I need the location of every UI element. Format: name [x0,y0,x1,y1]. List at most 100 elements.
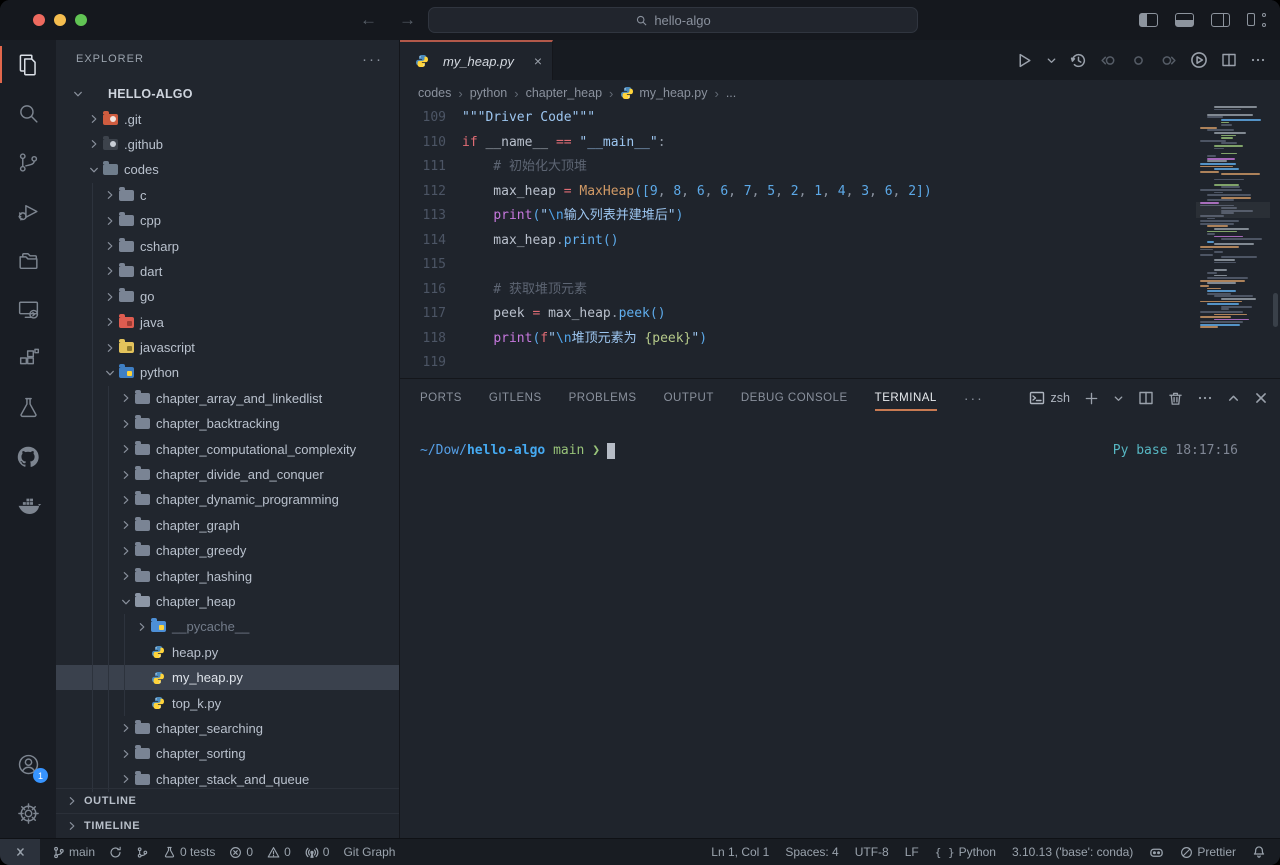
status-main[interactable]: main [52,845,95,859]
minimize-window-button[interactable] [54,14,66,26]
status-0[interactable]: 0 [305,845,330,859]
maximize-window-button[interactable] [75,14,87,26]
tree-item--github[interactable]: .github [56,132,400,157]
tree-item--pycache-[interactable]: __pycache__ [56,614,400,639]
editor-action-run-icon[interactable] [1016,52,1033,69]
breadcrumb-item--[interactable]: ... [726,86,736,100]
status-spaces-4[interactable]: Spaces: 4 [785,845,838,859]
section-timeline[interactable]: TIMELINE [56,813,400,838]
editor-action-history-icon[interactable] [1070,52,1087,69]
code-editor[interactable]: 109"""Driver Code"""110if __name__ == "_… [400,106,1280,378]
breadcrumb-item-my-heap-py[interactable]: my_heap.py [620,86,707,100]
panel-trash-icon[interactable] [1168,391,1183,406]
activity-extensions-icon[interactable] [0,334,56,383]
activity-github-icon[interactable] [0,432,56,481]
activity-source-control-icon[interactable] [0,138,56,187]
breadcrumb-item-python[interactable]: python [470,86,508,100]
status-0[interactable]: 0 [267,845,291,859]
tree-item-chapter-computational-complexity[interactable]: chapter_computational_complexity [56,436,400,461]
status-0-tests[interactable]: 0 tests [163,845,215,859]
tree-item-chapter-graph[interactable]: chapter_graph [56,513,400,538]
customize-layout-icon[interactable] [1247,13,1266,27]
history-forward-icon[interactable]: → [399,10,416,30]
panel-close-icon[interactable] [1254,391,1268,405]
close-tab-icon[interactable]: × [534,53,542,69]
editor-action-run-circle-icon[interactable] [1190,51,1208,69]
tree-item--git[interactable]: .git [56,106,400,131]
editor-action-split-icon[interactable] [1221,52,1237,68]
toggle-panel-icon[interactable] [1175,13,1194,27]
tree-item-chapter-array-and-linkedlist[interactable]: chapter_array_and_linkedlist [56,386,400,411]
breadcrumb-item-codes[interactable]: codes [418,86,451,100]
tree-item-java[interactable]: java [56,310,400,335]
explorer-more-actions-icon[interactable]: ··· [362,51,383,68]
tree-item-go[interactable]: go [56,284,400,309]
panel-chevron-up-icon[interactable] [1227,392,1240,405]
tree-item-heap-py[interactable]: heap.py [56,640,400,665]
status-lf[interactable]: LF [905,845,919,859]
tree-item-chapter-heap[interactable]: chapter_heap [56,589,400,614]
tree-item-c[interactable]: c [56,183,400,208]
tree-item-chapter-sorting[interactable]: chapter_sorting [56,741,400,766]
tree-item-chapter-dynamic-programming[interactable]: chapter_dynamic_programming [56,487,400,512]
panel-tab-problems[interactable]: PROBLEMS [569,379,637,417]
editor-action-dots-icon[interactable] [1250,52,1266,68]
tree-item-csharp[interactable]: csharp [56,233,400,258]
status-gitlens[interactable] [136,846,149,859]
activity-accounts-icon[interactable]: 1 [0,740,56,789]
tree-item-codes[interactable]: codes [56,157,400,182]
status-utf-8[interactable]: UTF-8 [855,845,889,859]
command-center-search[interactable]: hello-algo [428,7,918,33]
status-0[interactable]: 0 [229,845,253,859]
tree-item-chapter-backtracking[interactable]: chapter_backtracking [56,411,400,436]
terminal-content[interactable]: ~/Dow/hello-algo main ❯ Py base 18:17:16 [400,417,1280,459]
activity-run-debug-icon[interactable] [0,187,56,236]
tree-item-chapter-hashing[interactable]: chapter_hashing [56,563,400,588]
tree-item-dart[interactable]: dart [56,259,400,284]
minimap-slider[interactable] [1196,202,1270,218]
panel-chevron-small-icon[interactable] [1113,393,1124,404]
terminal-instance[interactable]: zsh [1029,390,1070,406]
activity-testing-icon[interactable] [0,383,56,432]
tree-item-chapter-greedy[interactable]: chapter_greedy [56,538,400,563]
activity-search-icon[interactable] [0,89,56,138]
tree-item-chapter-divide-and-conquer[interactable]: chapter_divide_and_conquer [56,462,400,487]
panel-tab-ports[interactable]: PORTS [420,379,462,417]
editor-action-nav-back-icon[interactable] [1100,52,1117,69]
history-back-icon[interactable]: ← [360,10,377,30]
minimap[interactable] [1200,106,1266,378]
status-ln-1-col-1[interactable]: Ln 1, Col 1 [711,845,769,859]
tree-item-my-heap-py[interactable]: my_heap.py [56,665,400,690]
panel-tab-output[interactable]: OUTPUT [664,379,714,417]
toggle-secondary-sidebar-icon[interactable] [1211,13,1230,27]
status-prettier[interactable]: Prettier [1180,845,1236,859]
activity-folder-library-icon[interactable] [0,236,56,285]
activity-settings-icon[interactable] [0,789,56,838]
status-python[interactable]: { }Python [935,845,996,859]
status-sync[interactable] [109,846,122,859]
panel-tab-debug-console[interactable]: DEBUG CONSOLE [741,379,848,417]
panel-tab-terminal[interactable]: TERMINAL [875,379,937,417]
panel-dots-icon[interactable] [1197,390,1213,406]
tree-item-javascript[interactable]: javascript [56,335,400,360]
tree-item-top-k-py[interactable]: top_k.py [56,690,400,715]
panel-plus-icon[interactable] [1084,391,1099,406]
status-3-10-13-base-conda-[interactable]: 3.10.13 ('base': conda) [1012,845,1133,859]
tab-my-heap-py[interactable]: my_heap.py × [400,40,553,80]
status-copilot[interactable] [1149,845,1164,860]
toggle-primary-sidebar-icon[interactable] [1139,13,1158,27]
panel-tab-gitlens[interactable]: GITLENS [489,379,542,417]
panel-more-tabs-icon[interactable]: ··· [964,390,984,406]
tree-item-cpp[interactable]: cpp [56,208,400,233]
close-window-button[interactable] [33,14,45,26]
status-git-graph[interactable]: Git Graph [343,845,395,859]
activity-explorer-icon[interactable] [0,40,56,89]
editor-action-nav-fwd-icon[interactable] [1160,52,1177,69]
editor-scrollbar[interactable] [1273,293,1278,327]
editor-action-chevron-small-icon[interactable] [1046,55,1057,66]
tree-item-hello-algo[interactable]: HELLO-ALGO [56,81,400,106]
panel-split-icon[interactable] [1138,390,1154,406]
breadcrumb-item-chapter-heap[interactable]: chapter_heap [526,86,602,100]
activity-remote-explorer-icon[interactable] [0,285,56,334]
tree-item-chapter-searching[interactable]: chapter_searching [56,716,400,741]
